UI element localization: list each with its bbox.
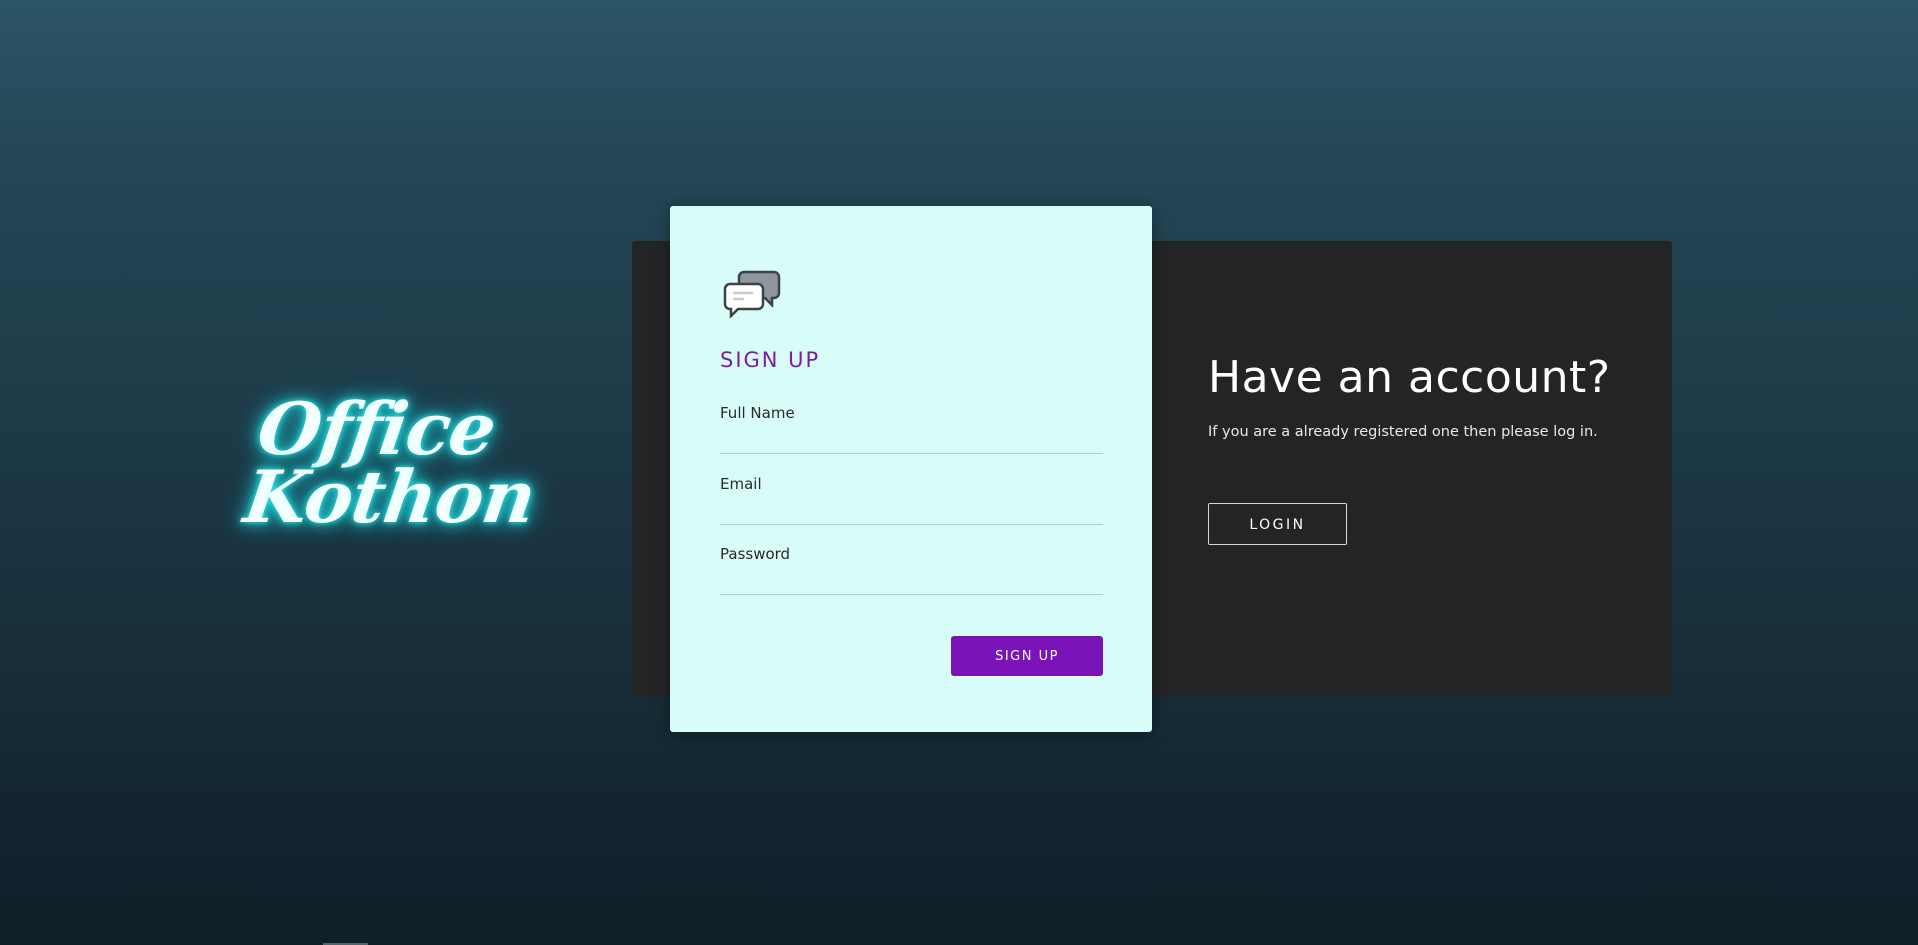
full-name-label: Full Name xyxy=(720,404,795,422)
login-hint-text: If you are a already registered one then… xyxy=(1208,424,1598,440)
logo-line-2: Kothon xyxy=(239,454,541,539)
signup-button[interactable]: SIGN UP xyxy=(951,636,1103,676)
signup-card: SIGN UP Full Name Email Password SIGN UP xyxy=(670,206,1152,732)
password-label: Password xyxy=(720,545,791,563)
email-label: Email xyxy=(720,475,762,493)
full-name-field: Full Name xyxy=(720,404,1103,454)
email-field: Email xyxy=(720,475,1103,525)
login-button[interactable]: LOGIN xyxy=(1208,503,1347,545)
office-kothon-logo: Office Kothon xyxy=(226,386,541,539)
password-field: Password xyxy=(720,545,1103,595)
have-account-heading: Have an account? xyxy=(1208,352,1611,403)
chat-bubbles-icon xyxy=(723,270,781,318)
email-input[interactable] xyxy=(720,495,1103,525)
full-name-input[interactable] xyxy=(720,424,1103,454)
password-input[interactable] xyxy=(720,565,1103,595)
signup-title: SIGN UP xyxy=(720,348,821,372)
logo-line-1: Office xyxy=(252,386,501,471)
